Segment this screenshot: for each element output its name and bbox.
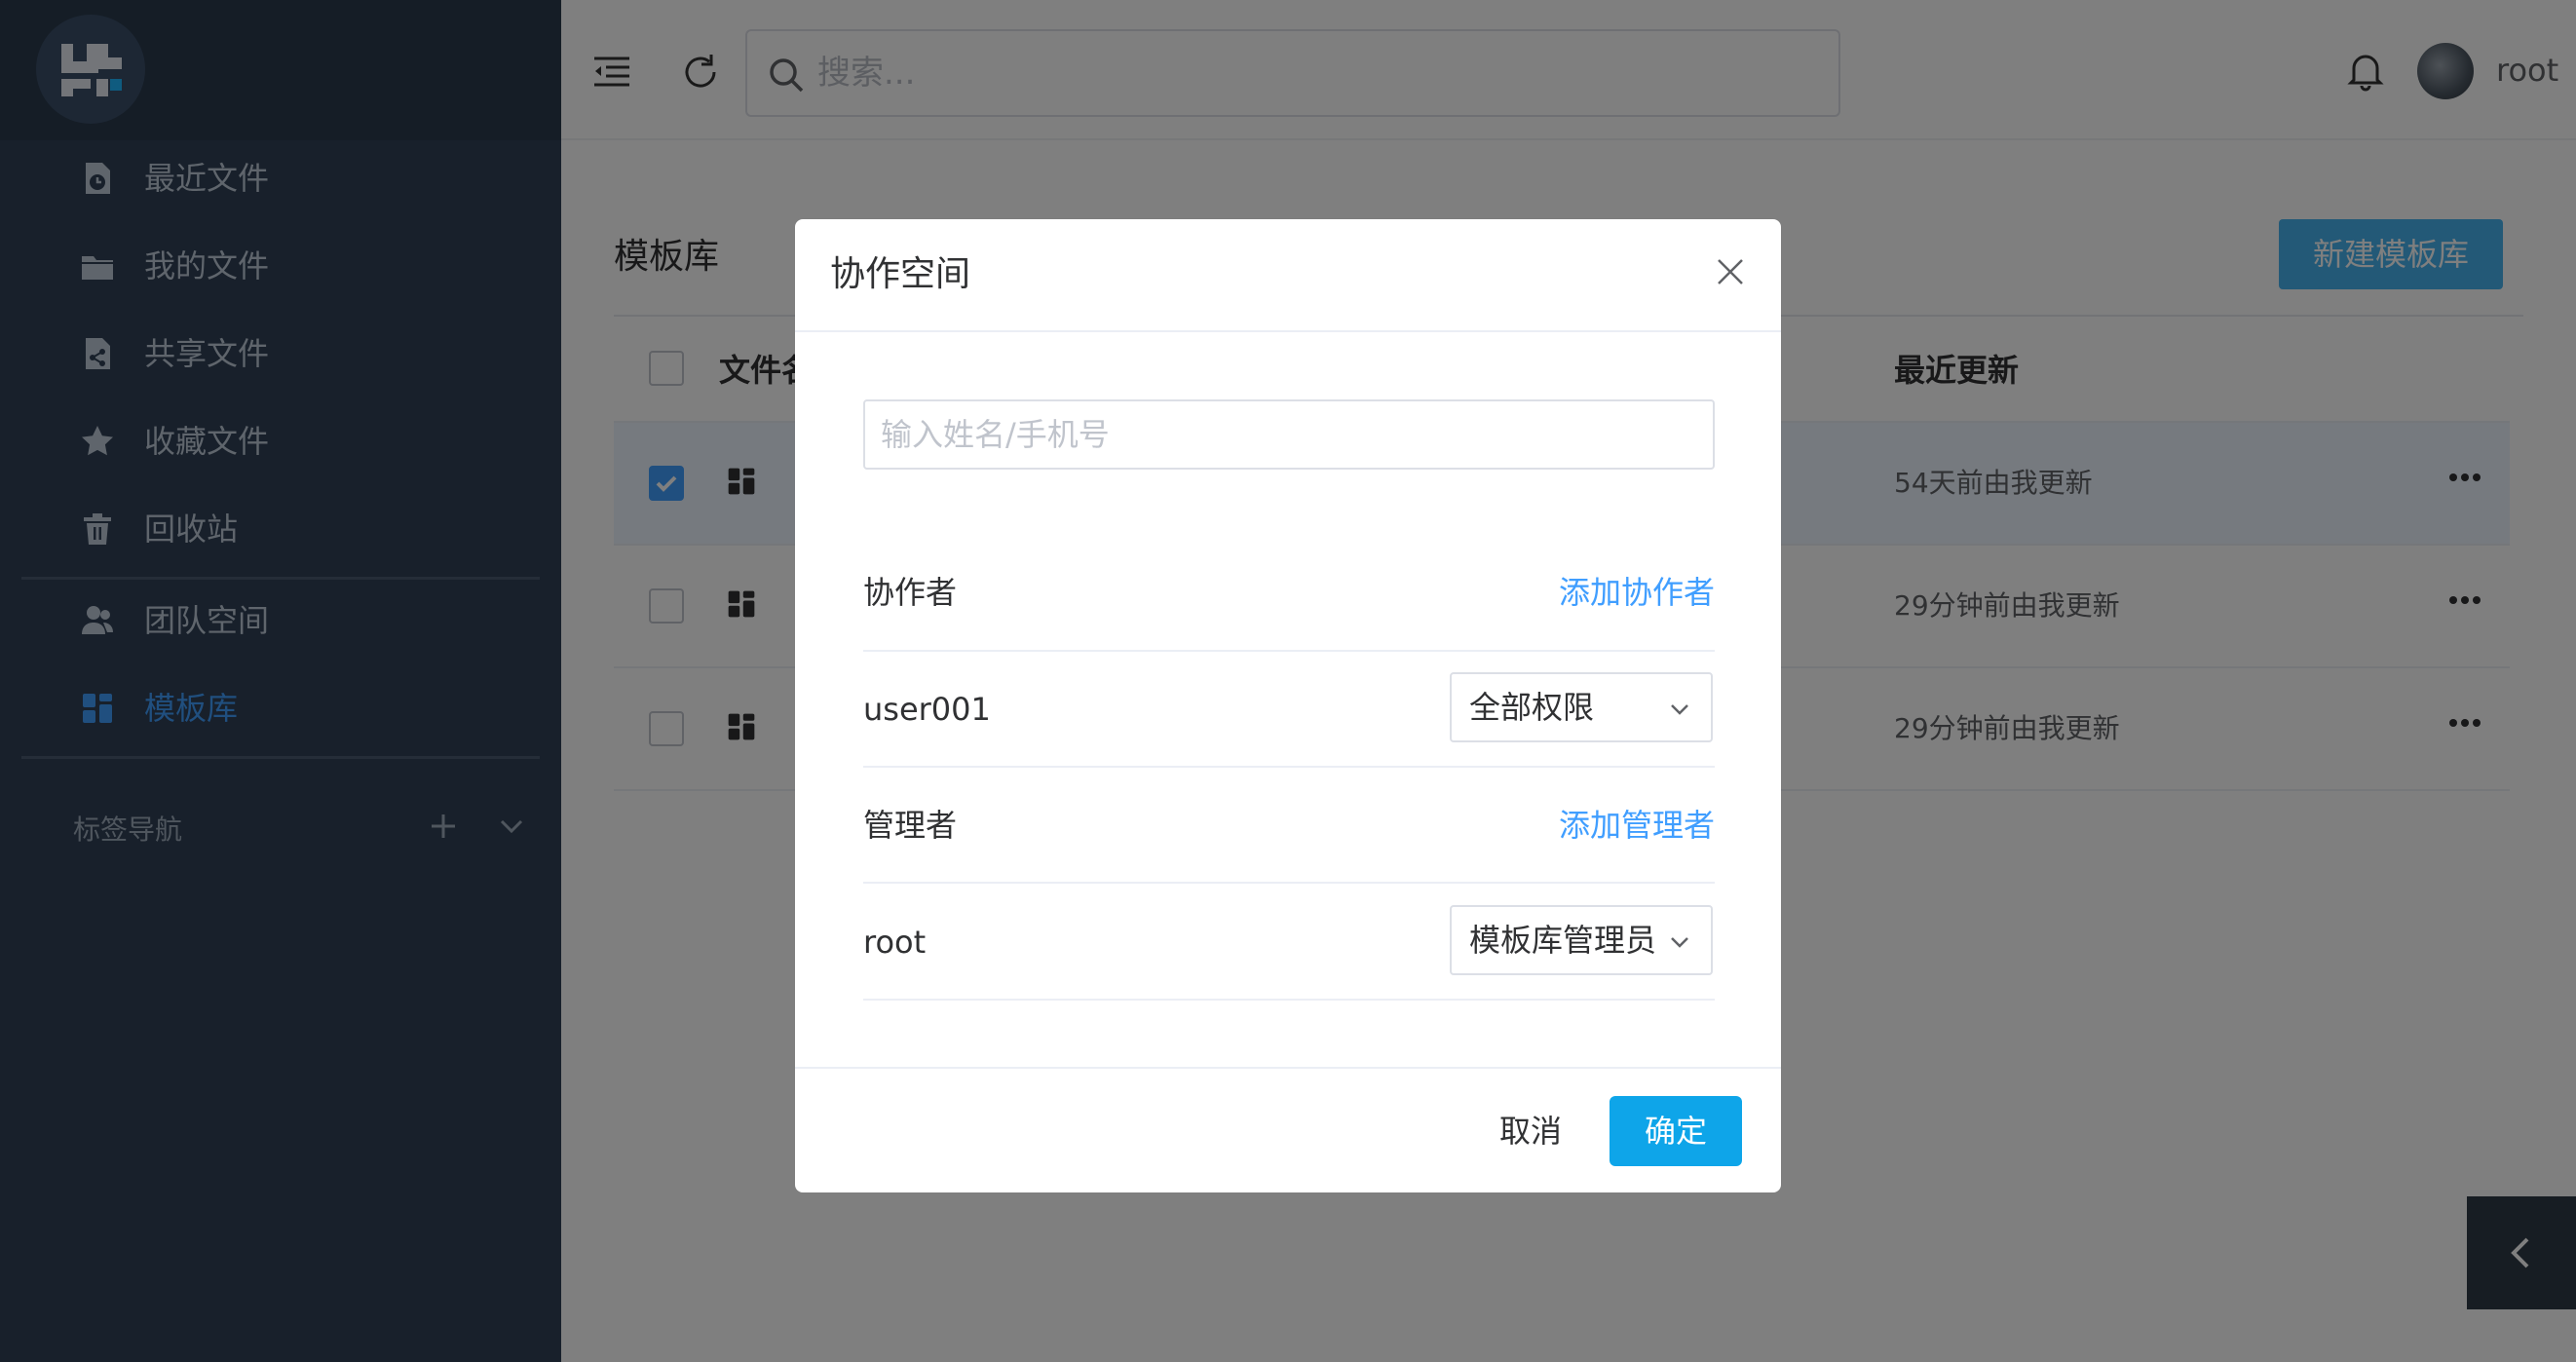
- confirm-button[interactable]: 确定: [1610, 1096, 1742, 1166]
- cancel-button[interactable]: 取消: [1477, 1098, 1584, 1164]
- dialog-title: 协作空间: [830, 254, 971, 294]
- dialog-row-divider: [863, 766, 1715, 768]
- close-icon[interactable]: [1711, 252, 1750, 291]
- dialog-row-divider: [863, 882, 1715, 884]
- dialog-footer-divider: [795, 1067, 1781, 1069]
- add-collaborator-link[interactable]: 添加协作者: [1559, 571, 1715, 614]
- manager-name: root: [863, 924, 927, 961]
- collaboration-dialog: 协作空间 协作者 添加协作者 user001 全部权限 管理者 添加管理者 ro…: [795, 219, 1781, 1192]
- collaborators-label: 协作者: [863, 574, 958, 611]
- select-value: 全部权限: [1469, 689, 1595, 726]
- dialog-header-divider: [795, 330, 1781, 332]
- collaborator-name: user001: [863, 691, 991, 728]
- member-search-input[interactable]: [863, 399, 1715, 470]
- dialog-row-divider: [863, 650, 1715, 652]
- select-value: 模板库管理员: [1469, 922, 1657, 959]
- add-manager-link[interactable]: 添加管理者: [1559, 804, 1715, 847]
- chevron-down-icon: [1671, 704, 1688, 715]
- manager-role-select[interactable]: 模板库管理员: [1450, 905, 1713, 975]
- managers-label: 管理者: [863, 807, 958, 844]
- collaborator-permission-select[interactable]: 全部权限: [1450, 672, 1713, 742]
- chevron-down-icon: [1671, 937, 1688, 948]
- dialog-row-divider: [863, 999, 1715, 1001]
